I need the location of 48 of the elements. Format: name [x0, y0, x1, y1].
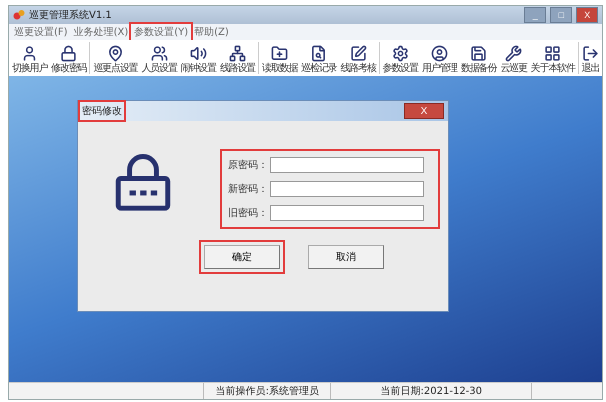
map-pin-icon — [106, 45, 124, 62]
menu-item[interactable]: 巡更设置(F) — [11, 24, 71, 40]
toolbar-button[interactable]: 退出 — [580, 45, 600, 74]
ok-button[interactable]: 确定 — [204, 245, 280, 269]
menu-item[interactable]: 参数设置(Y) — [131, 24, 192, 40]
tools-icon — [504, 45, 522, 62]
user-circle-icon — [430, 45, 448, 62]
app-logo-icon — [13, 9, 25, 21]
cancel-button[interactable]: 取消 — [308, 245, 384, 269]
toolbar-button[interactable]: 云巡更 — [499, 45, 528, 74]
toolbar-button[interactable]: 巡检记录 — [300, 45, 338, 74]
toolbar-button[interactable]: 闹钟设置 — [180, 45, 217, 74]
toolbar-button[interactable]: 切换用户 — [11, 45, 48, 74]
edit-icon — [350, 45, 367, 62]
dialog-title: 密码修改 — [80, 102, 124, 120]
field-label: 旧密码： — [228, 206, 268, 220]
toolbar-button[interactable]: 数据备份 — [460, 45, 498, 74]
toolbar-button[interactable]: 修改密码 — [50, 45, 88, 74]
users-icon — [150, 45, 168, 62]
toolbar-button[interactable]: 线路设置 — [218, 45, 256, 74]
window-title: 巡更管理系统V1.1 — [29, 8, 113, 22]
toolbar-button[interactable]: 关于本软件 — [530, 45, 576, 74]
status-operator: 当前操作员:系统管理员 — [203, 383, 330, 399]
settings-icon — [392, 45, 409, 62]
password-field[interactable] — [270, 181, 424, 197]
toolbar-button[interactable]: 参数设置 — [382, 45, 419, 74]
field-label: 新密码： — [228, 182, 268, 196]
speaker-icon — [190, 45, 207, 62]
network-icon — [228, 45, 246, 62]
file-search-icon — [310, 45, 328, 62]
save-icon — [470, 45, 488, 62]
toolbar-button[interactable]: 巡更点设置 — [92, 45, 138, 74]
field-label: 原密码： — [228, 158, 268, 172]
exit-icon — [582, 45, 599, 62]
folder-icon — [271, 45, 288, 62]
close-button[interactable]: X — [404, 103, 444, 119]
lock-icon — [60, 45, 78, 62]
toolbar-button[interactable]: 读取数据 — [261, 45, 298, 74]
toolbar-button[interactable]: 线路考核 — [339, 45, 377, 74]
toolbar-button[interactable]: 用户管理 — [420, 45, 458, 74]
grid-icon — [544, 45, 562, 62]
password-field[interactable] — [270, 157, 424, 173]
menu-item[interactable]: 业务处理(X) — [70, 24, 132, 40]
password-field[interactable] — [270, 205, 424, 221]
toolbar-button[interactable]: 人员设置 — [140, 45, 178, 74]
status-date: 当前日期:2021-12-30 — [330, 383, 532, 399]
menu-item[interactable]: 帮助(Z) — [191, 24, 232, 40]
close-button[interactable]: X — [576, 7, 598, 23]
